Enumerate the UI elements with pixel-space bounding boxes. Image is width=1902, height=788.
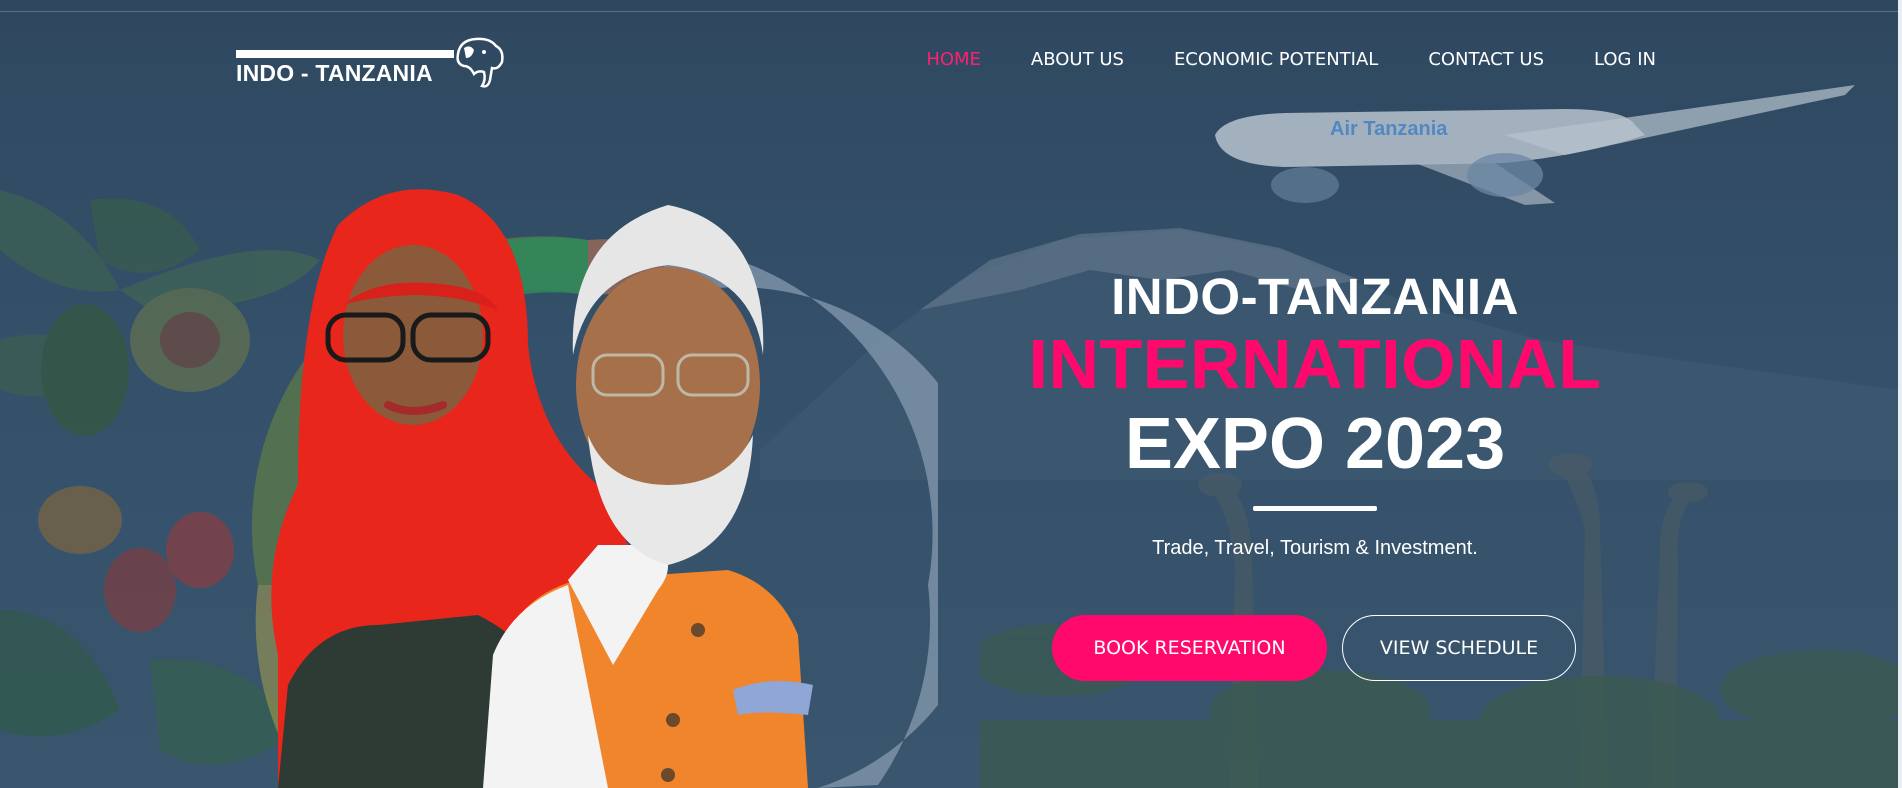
logo-text: INDO - TANZANIA: [236, 60, 433, 86]
nav-contact-us-link[interactable]: CONTACT US: [1428, 49, 1544, 70]
leaders-portrait-image: [252, 189, 938, 788]
logo-bar: [236, 50, 454, 58]
plane-livery-text: Air Tanzania: [1330, 118, 1448, 140]
hero-tagline: Trade, Travel, Tourism & Investment.: [1152, 537, 1478, 559]
nav-economic-potential-link[interactable]: ECONOMIC POTENTIAL: [1174, 49, 1378, 70]
hero-banner: Air Tanzania INDO - TANZANIA HOME ABOUT …: [0, 0, 1898, 788]
headline-divider: [1253, 506, 1377, 511]
view-schedule-button[interactable]: VIEW SCHEDULE: [1342, 615, 1576, 681]
main-nav: HOME ABOUT US ECONOMIC POTENTIAL CONTACT…: [926, 49, 1656, 70]
headline-line-3: EXPO 2023: [1124, 404, 1506, 484]
hero-buttons: BOOK RESERVATION VIEW SCHEDULE: [1052, 615, 1576, 681]
nav-log-in-link[interactable]: LOG IN: [1594, 49, 1656, 70]
nav-about-us-link[interactable]: ABOUT US: [1031, 49, 1124, 70]
top-border: [0, 11, 1898, 12]
book-reservation-button[interactable]: BOOK RESERVATION: [1052, 615, 1327, 681]
headline-line-2: INTERNATIONAL: [1028, 325, 1602, 403]
nav-home-link[interactable]: HOME: [926, 49, 981, 70]
headline-line-1: INDO-TANZANIA: [1111, 268, 1519, 325]
hero-headline: INDO-TANZANIA INTERNATIONAL EXPO 2023 Tr…: [1010, 268, 1620, 560]
airplane-image: Air Tanzania: [1215, 85, 1855, 205]
site-logo[interactable]: INDO - TANZANIA: [236, 36, 506, 90]
window-right-edge: [1898, 0, 1902, 788]
elephant-icon: [456, 37, 504, 88]
